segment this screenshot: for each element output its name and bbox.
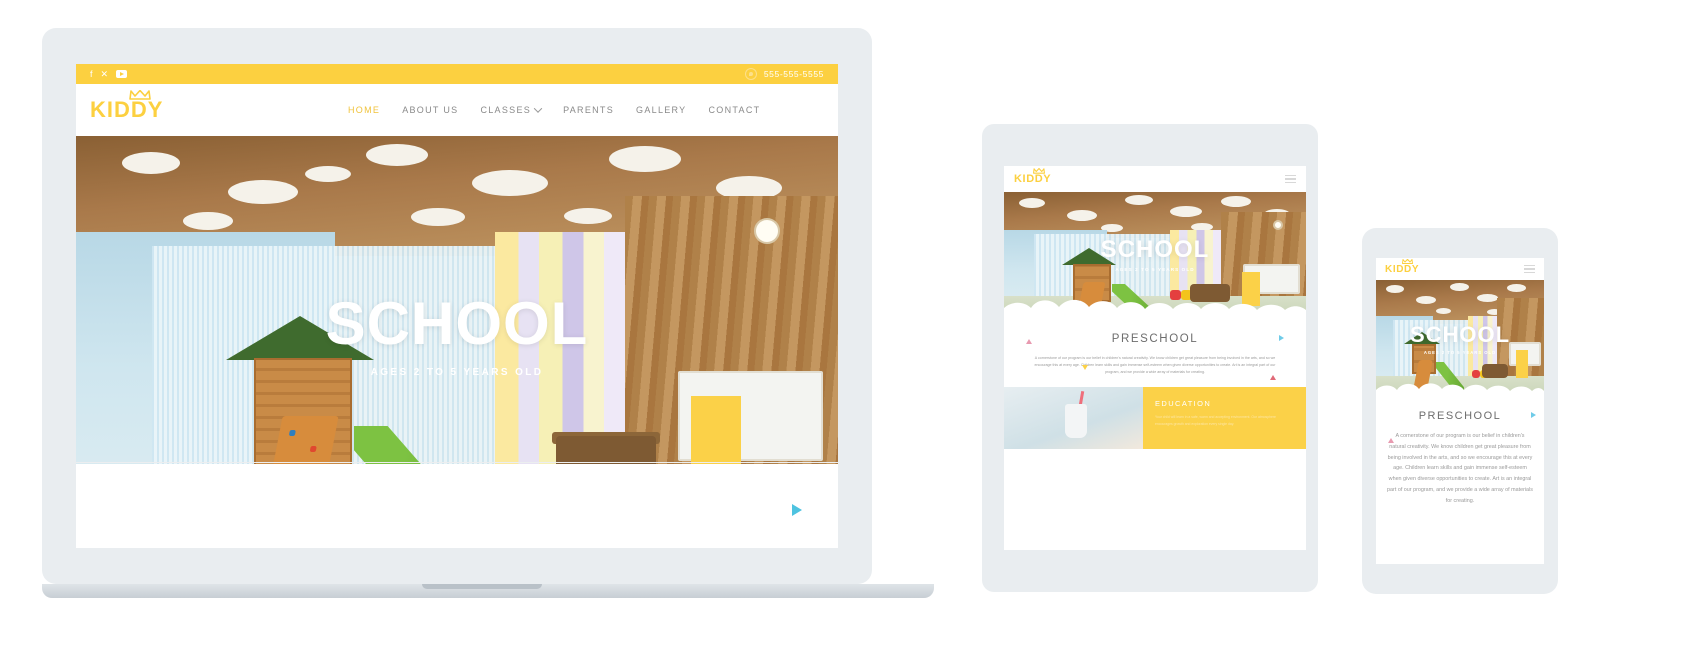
desktop-preview: f ✕ 555-555-5555 KIDDY HOME ABOUT US CLA…	[42, 28, 934, 598]
youtube-icon[interactable]	[116, 70, 128, 78]
education-card[interactable]: EDUCATION Your child will learn in a saf…	[1143, 387, 1306, 450]
video-play-icon[interactable]	[792, 504, 802, 516]
mobile-viewport: KIDDY SCHOOL AGES 2 TO 5 YEARS OLD PRESC…	[1376, 258, 1544, 564]
mobile-preschool-section: PRESCHOOL A cornerstone of our program i…	[1376, 398, 1544, 507]
mobile-section-body: A cornerstone of our program is our beli…	[1387, 433, 1533, 504]
site-topbar: f ✕ 555-555-5555	[76, 64, 838, 84]
cloud-divider	[1004, 299, 1306, 317]
logo-text: KIDDY	[1014, 173, 1052, 185]
site-logo[interactable]: KIDDY	[90, 90, 164, 122]
tablet-site-logo[interactable]: KIDDY	[1014, 168, 1052, 185]
mobile-site-header: KIDDY	[1376, 258, 1544, 280]
mobile-hamburger-menu-icon[interactable]	[1524, 264, 1535, 274]
hero-banner: SCHOOL AGES 2 TO 5 YEARS OLD	[76, 136, 838, 536]
crown-icon	[1033, 168, 1045, 174]
nav-item-about-us[interactable]: ABOUT US	[402, 105, 458, 115]
mobile-hero-banner: SCHOOL AGES 2 TO 5 YEARS OLD	[1376, 280, 1544, 398]
mobile-site-logo[interactable]: KIDDY	[1385, 258, 1420, 275]
tablet-hero-banner: SCHOOL AGES 2 TO 5 YEARS OLD	[1004, 192, 1306, 317]
x-twitter-icon[interactable]: ✕	[101, 69, 109, 79]
logo-text: KIDDY	[1385, 263, 1420, 275]
nav-label: HOME	[348, 105, 381, 115]
tablet-viewport: KIDDY SCHOOL AGES 2 TO 5 YEARS OLD PRESC…	[1004, 166, 1306, 550]
crown-icon	[129, 90, 151, 100]
cloud-divider	[1376, 383, 1544, 398]
facebook-icon[interactable]: f	[90, 69, 93, 79]
mobile-preview: KIDDY SCHOOL AGES 2 TO 5 YEARS OLD PRESC…	[1362, 228, 1558, 594]
nav-item-parents[interactable]: PARENTS	[563, 105, 614, 115]
confetti-triangle	[1026, 339, 1032, 344]
mobile-section-heading: PRESCHOOL	[1418, 410, 1502, 422]
education-card-body: Your child will learn in a safe, warm an…	[1155, 415, 1276, 426]
main-navigation: HOME ABOUT US CLASSES PARENTS GALLERY CO…	[348, 84, 760, 136]
nav-label: GALLERY	[636, 105, 687, 115]
logo-text: KIDDY	[90, 97, 164, 122]
phone-contact[interactable]: 555-555-5555	[744, 68, 824, 80]
tablet-preschool-section: PRESCHOOL A cornerstone of our program i…	[1004, 317, 1306, 410]
confetti-triangle	[1531, 412, 1536, 418]
phone-number: 555-555-5555	[763, 69, 824, 79]
card-photo	[1004, 387, 1143, 450]
confetti-triangle	[1279, 335, 1284, 341]
confetti-triangle	[1082, 365, 1088, 370]
cup-illustration	[1065, 403, 1088, 438]
hamburger-menu-icon[interactable]	[1285, 174, 1296, 184]
nav-item-home[interactable]: HOME	[348, 105, 380, 115]
phone-icon	[744, 68, 757, 80]
nav-label: CLASSES	[480, 105, 532, 115]
crown-icon	[1402, 258, 1413, 264]
cloud-divider	[76, 492, 838, 536]
nav-label: CONTACT	[708, 105, 761, 115]
confetti-triangle	[1270, 375, 1276, 380]
nav-label: PARENTS	[563, 105, 615, 115]
laptop-viewport: f ✕ 555-555-5555 KIDDY HOME ABOUT US CLA…	[76, 64, 838, 548]
social-links: f ✕	[90, 69, 128, 79]
nav-item-classes[interactable]: CLASSES	[480, 104, 543, 115]
chevron-down-icon	[533, 104, 543, 113]
tablet-section-heading: PRESCHOOL	[1111, 333, 1199, 345]
tablet-section-body: A cornerstone of our program is our beli…	[1034, 356, 1276, 374]
site-header: KIDDY HOME ABOUT US CLASSES PARENTS GALL…	[76, 84, 838, 136]
laptop-base-notch	[422, 584, 542, 589]
nav-label: ABOUT US	[402, 105, 459, 115]
education-card-title: EDUCATION	[1155, 399, 1212, 409]
tablet-cards-row: EDUCATION Your child will learn in a saf…	[1004, 387, 1306, 450]
nav-item-gallery[interactable]: GALLERY	[636, 105, 686, 115]
tablet-site-header: KIDDY	[1004, 166, 1306, 192]
playhouse-roof	[226, 316, 374, 360]
confetti-triangle	[1388, 438, 1394, 443]
nav-item-contact[interactable]: CONTACT	[709, 105, 761, 115]
tablet-preview: KIDDY SCHOOL AGES 2 TO 5 YEARS OLD PRESC…	[982, 124, 1318, 592]
wall-clock-icon	[754, 218, 781, 244]
